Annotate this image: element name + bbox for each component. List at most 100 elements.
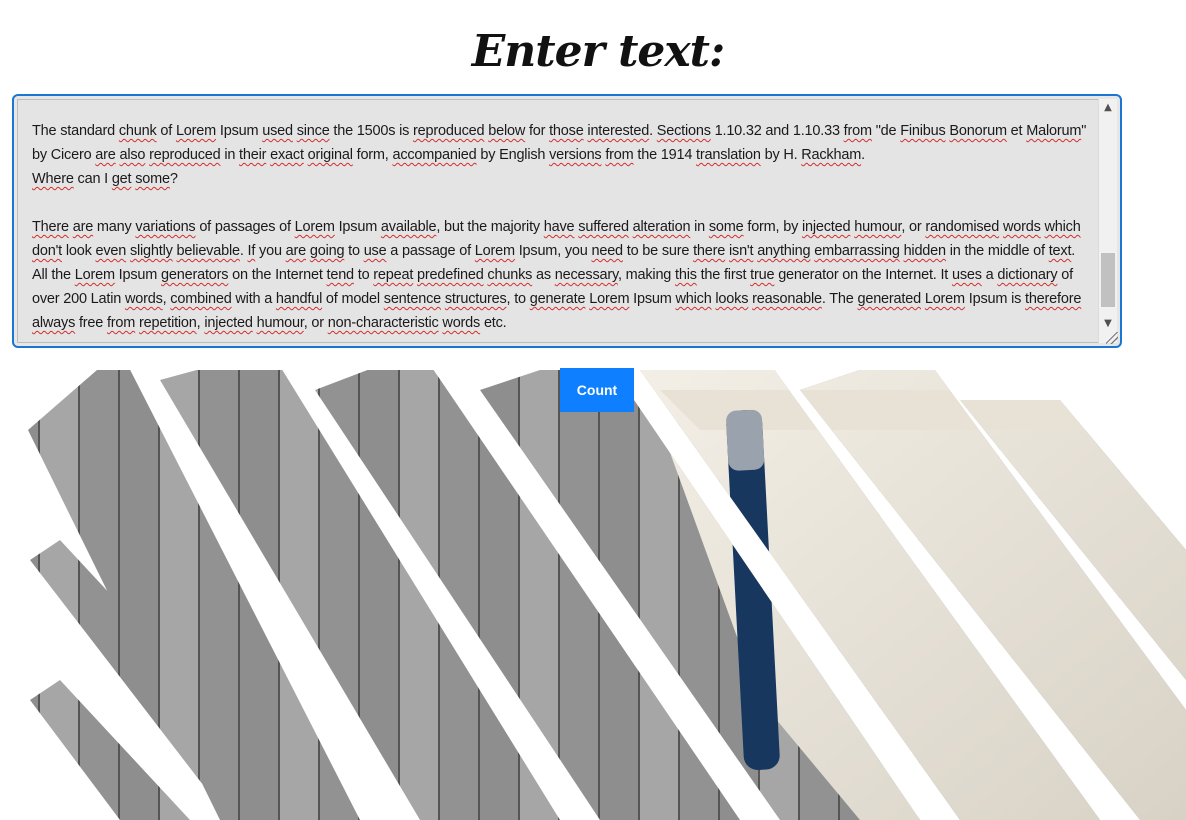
spellcheck-word: some xyxy=(708,219,744,235)
text-run: "de xyxy=(871,123,901,139)
spellcheck-word: randomised xyxy=(925,219,1000,235)
spellcheck-word: original xyxy=(307,147,353,163)
spellcheck-word: Lorem xyxy=(474,243,515,259)
textarea-content[interactable]: The standard chunk of Lorem Ipsum used s… xyxy=(17,99,1100,343)
spellcheck-word: Sections xyxy=(656,123,711,139)
text-run: , or xyxy=(303,315,328,331)
text-run: by English xyxy=(476,147,550,163)
text-run: many xyxy=(93,219,136,235)
spellcheck-word: even xyxy=(95,243,127,259)
spellcheck-word: are xyxy=(72,219,94,235)
spellcheck-word: get xyxy=(111,171,132,187)
text-run: in xyxy=(220,147,240,163)
text-run xyxy=(1081,219,1085,235)
spellcheck-word: accompanied xyxy=(392,147,477,163)
text-run: , making xyxy=(617,267,675,283)
spellcheck-word: from xyxy=(843,123,872,139)
text-run: on the Internet xyxy=(228,267,327,283)
spellcheck-word: anything xyxy=(757,243,811,259)
spellcheck-word: text xyxy=(1048,243,1072,259)
scrollbar-thumb[interactable] xyxy=(1101,253,1115,307)
text-run: Ipsum xyxy=(216,123,263,139)
count-button[interactable]: Count xyxy=(560,368,634,412)
spellcheck-word: generators xyxy=(161,267,229,283)
spellcheck-word: Lorem xyxy=(175,123,217,139)
spellcheck-word: used xyxy=(262,123,293,139)
spellcheck-word: Lorem xyxy=(74,267,115,283)
spellcheck-word: need xyxy=(591,243,623,259)
spellcheck-word: There xyxy=(32,219,69,235)
spellcheck-word: Finibus xyxy=(900,123,946,139)
spellcheck-word: going xyxy=(309,243,345,259)
spellcheck-word: Rackham xyxy=(801,147,862,163)
spellcheck-word: slightly xyxy=(129,243,173,259)
text-run: , but the majority xyxy=(436,219,544,235)
spellcheck-word: Lorem xyxy=(589,291,630,307)
spellcheck-word: Malorum xyxy=(1026,123,1082,139)
spellcheck-word: embarrassing xyxy=(814,243,900,259)
text-run: The standard xyxy=(32,123,119,139)
text-run: Ipsum xyxy=(114,267,161,283)
text-run: 1.10.32 and 1.10.33 xyxy=(710,123,844,139)
text-input-area[interactable]: The standard chunk of Lorem Ipsum used s… xyxy=(12,94,1122,348)
textarea-text[interactable]: The standard chunk of Lorem Ipsum used s… xyxy=(32,119,1092,335)
chevron-up-icon[interactable]: ▲ xyxy=(1099,99,1117,117)
background-image xyxy=(28,370,1186,820)
spellcheck-word: this xyxy=(675,267,697,283)
spellcheck-word: therefore xyxy=(1024,291,1082,307)
spellcheck-word: chunks xyxy=(487,267,533,283)
text-run: etc. xyxy=(480,315,507,331)
spellcheck-word: versions xyxy=(549,147,602,163)
text-run: ? xyxy=(169,171,178,187)
spellcheck-word: Lorem xyxy=(294,219,335,235)
text-run: the 1914 xyxy=(633,147,697,163)
spellcheck-word: hidden xyxy=(903,243,947,259)
spellcheck-word: suffered xyxy=(578,219,629,235)
spellcheck-word: some xyxy=(135,171,170,187)
text-run: to xyxy=(344,243,364,259)
text-run: Ipsum, you xyxy=(514,243,592,259)
resize-grip-icon[interactable] xyxy=(1106,332,1118,344)
text-run: et xyxy=(1006,123,1027,139)
text-run: generator on the Internet. It xyxy=(774,267,952,283)
spellcheck-word: predefined xyxy=(417,267,484,283)
text-run: Ipsum is xyxy=(964,291,1025,307)
text-run: of passages of xyxy=(195,219,295,235)
text-run: with a xyxy=(231,291,276,307)
text-run: in the middle of xyxy=(945,243,1049,259)
text-run: form, by xyxy=(743,219,802,235)
spellcheck-word: sentence xyxy=(383,291,442,307)
text-run: Ipsum xyxy=(629,291,676,307)
text-run: for xyxy=(525,123,550,139)
spellcheck-word: humour xyxy=(256,315,304,331)
spellcheck-word: their xyxy=(239,147,267,163)
spellcheck-word: which xyxy=(675,291,712,307)
spellcheck-word: words xyxy=(124,291,163,307)
chevron-down-icon[interactable]: ▼ xyxy=(1099,315,1117,333)
text-run: Ipsum xyxy=(334,219,381,235)
spellcheck-word: isn't xyxy=(729,243,754,259)
text-run: of model xyxy=(322,291,384,307)
text-run: of xyxy=(156,123,176,139)
spellcheck-word: are xyxy=(95,147,116,163)
spellcheck-word: below xyxy=(488,123,526,139)
spellcheck-word: structures xyxy=(444,291,507,307)
textarea-scrollbar[interactable]: ▲ ▼ xyxy=(1098,99,1117,343)
text-run: by H. xyxy=(760,147,802,163)
spellcheck-word: exact xyxy=(270,147,304,163)
spellcheck-word: available xyxy=(380,219,437,235)
spellcheck-word: also xyxy=(119,147,146,163)
page: Enter text: The standard chunk of Lorem … xyxy=(0,0,1186,820)
spellcheck-word: interested xyxy=(587,123,650,139)
text-run: to xyxy=(353,267,374,283)
spellcheck-word: believable xyxy=(176,243,241,259)
text-run: . The xyxy=(821,291,858,307)
spellcheck-word: repeat xyxy=(373,267,414,283)
spellcheck-word: reproduced xyxy=(413,123,485,139)
spellcheck-word: Lorem xyxy=(924,291,965,307)
spellcheck-word: which xyxy=(1044,219,1081,235)
text-run: . xyxy=(649,123,657,139)
text-run: to be sure xyxy=(622,243,694,259)
text-run: can I xyxy=(73,171,112,187)
text-run: as xyxy=(532,267,555,283)
